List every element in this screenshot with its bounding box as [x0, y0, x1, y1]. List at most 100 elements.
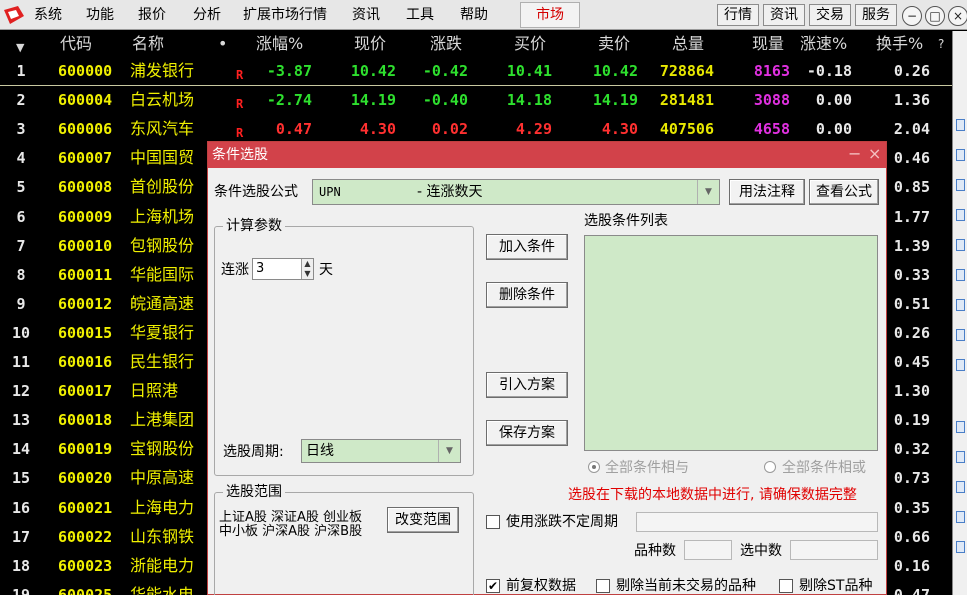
service-button[interactable]: 服务 [855, 4, 897, 26]
header-more[interactable]: ? [938, 33, 944, 55]
condition-list[interactable] [584, 235, 878, 451]
cell-idx: 8 [16, 265, 26, 284]
pre-adjusted-checkbox[interactable]: ✔ [486, 579, 500, 593]
table-row[interactable]: 1 600000 浦发银行 R -3.87 10.42 -0.42 10.41 10.42 728… [0, 57, 952, 86]
usage-notes-button[interactable]: 用法注释 [729, 179, 805, 205]
side-marker-icon[interactable] [956, 511, 965, 523]
period-select[interactable]: 日线 ▼ [301, 439, 461, 463]
side-marker-icon[interactable] [956, 209, 965, 221]
side-marker-icon[interactable] [956, 329, 965, 341]
exclude-st-checkbox[interactable] [779, 579, 793, 593]
table-row[interactable]: 2 600004 白云机场 R -2.74 14.19 -0.40 14.18 14.19 281… [0, 86, 952, 115]
menu-extended-market[interactable]: 扩展市场行情 [243, 6, 327, 24]
view-formula-button[interactable]: 查看公式 [809, 179, 879, 205]
menu-system[interactable]: 系统 [34, 6, 62, 24]
news-button[interactable]: 资讯 [763, 4, 805, 26]
side-marker-icon[interactable] [956, 299, 965, 311]
dialog-minimize-icon[interactable]: − [848, 144, 861, 164]
maximize-icon[interactable]: □ [925, 6, 945, 26]
header-cur-vol[interactable]: 现量 [752, 33, 784, 55]
side-marker-icon[interactable] [956, 119, 965, 131]
cell-code: 600015 [58, 323, 113, 342]
use-period-field[interactable] [636, 512, 878, 532]
import-scheme-button[interactable]: 引入方案 [486, 372, 568, 398]
cell-r: R [236, 97, 244, 112]
header-volume[interactable]: 总量 [672, 33, 704, 55]
menu-tools[interactable]: 工具 [406, 6, 434, 24]
header-price[interactable]: 现价 [354, 33, 386, 55]
header-change-pct[interactable]: 涨幅% [256, 33, 303, 55]
radio-and[interactable] [588, 461, 600, 473]
side-marker-icon[interactable] [956, 481, 965, 493]
menu-market[interactable]: 市场 [520, 2, 580, 28]
side-marker-icon[interactable] [956, 541, 965, 553]
exclude-not-traded-checkbox[interactable] [596, 579, 610, 593]
cell-cur-vol: 4658 [753, 120, 790, 139]
menu-news[interactable]: 资讯 [352, 6, 380, 24]
side-marker-icon[interactable] [956, 269, 965, 281]
cell-turnover: 0.47 [893, 585, 930, 595]
close-icon[interactable]: × [948, 6, 967, 26]
side-marker-icon[interactable] [956, 239, 965, 251]
header-turnover[interactable]: 换手% [876, 33, 923, 55]
quote-button[interactable]: 行情 [717, 4, 759, 26]
cell-code: 600016 [58, 353, 113, 371]
sort-arrow-icon[interactable]: ▼ [16, 37, 24, 59]
add-condition-button[interactable]: 加入条件 [486, 234, 568, 260]
change-scope-button[interactable]: 改变范围 [387, 507, 459, 533]
table-header: ▼ 代码 名称 • 涨幅% 现价 涨跌 买价 卖价 总量 现量 涨速% 换手% … [0, 31, 952, 57]
dialog-close-icon[interactable]: × [868, 144, 881, 164]
cell-code: 600019 [58, 440, 113, 459]
param-unit: 天 [319, 262, 333, 278]
cell-bid: 10.41 [506, 62, 552, 80]
side-marker-icon[interactable] [956, 451, 965, 463]
radio-or[interactable] [764, 461, 776, 473]
stepper-arrows-icon[interactable]: ▲ ▼ [301, 259, 313, 279]
menu-analysis[interactable]: 分析 [193, 6, 221, 24]
menu-function[interactable]: 功能 [86, 6, 114, 24]
save-scheme-button[interactable]: 保存方案 [486, 420, 568, 446]
header-name[interactable]: 名称 [132, 33, 164, 55]
trade-button[interactable]: 交易 [809, 4, 851, 26]
cell-turnover: 1.36 [893, 91, 930, 110]
scope-text: 上证A股 深证A股 创业板 中小板 沪深A股 沪深B股 [219, 510, 363, 539]
param-stepper[interactable]: 3 ▲ ▼ [252, 258, 314, 280]
formula-select[interactable]: UPN - 连涨数天 ▼ [312, 179, 720, 205]
cell-speed: 0.00 [815, 91, 852, 110]
cell-name: 华能水电 [130, 584, 195, 595]
cell-idx: 4 [16, 149, 26, 168]
param-label: 连涨 [221, 262, 249, 278]
use-period-checkbox[interactable] [486, 515, 500, 529]
header-speed[interactable]: 涨速% [800, 33, 847, 55]
header-change[interactable]: 涨跌 [430, 33, 462, 55]
side-marker-icon[interactable] [956, 421, 965, 433]
cell-name: 首创股份 [130, 177, 195, 197]
exclude-st-label: 剔除ST品种 [799, 578, 873, 594]
header-bid[interactable]: 买价 [514, 33, 546, 55]
side-marker-icon[interactable] [956, 179, 965, 191]
menu-quote[interactable]: 报价 [138, 6, 166, 24]
cell-code: 600023 [58, 556, 113, 575]
menu-help[interactable]: 帮助 [460, 6, 488, 24]
formula-dropdown-icon[interactable]: ▼ [697, 180, 719, 204]
cell-volume: 407506 [659, 120, 714, 139]
side-marker-icon[interactable] [956, 359, 965, 371]
minimize-icon[interactable]: − [902, 6, 922, 26]
cell-name: 东风汽车 [130, 119, 195, 139]
scope-legend: 选股范围 [223, 483, 285, 501]
cell-idx: 5 [16, 178, 26, 197]
table-row[interactable]: 3 600006 东风汽车 R 0.47 4.30 0.02 4.29 4.30 407506 46… [0, 115, 952, 144]
delete-condition-button[interactable]: 删除条件 [486, 282, 568, 308]
variety-count-field [684, 540, 732, 560]
header-ask[interactable]: 卖价 [598, 33, 630, 55]
side-marker-icon[interactable] [956, 149, 965, 161]
cell-name: 浙能电力 [130, 555, 195, 575]
calc-params-legend: 计算参数 [223, 217, 285, 235]
cell-code: 600021 [58, 498, 113, 517]
dialog-titlebar[interactable]: 条件选股 − × [208, 142, 886, 168]
header-code[interactable]: 代码 [60, 33, 92, 55]
period-dropdown-icon[interactable]: ▼ [438, 440, 460, 462]
right-toolbar-strip [952, 31, 967, 595]
cell-code: 600017 [58, 382, 113, 401]
cell-name: 包钢股份 [130, 235, 195, 255]
